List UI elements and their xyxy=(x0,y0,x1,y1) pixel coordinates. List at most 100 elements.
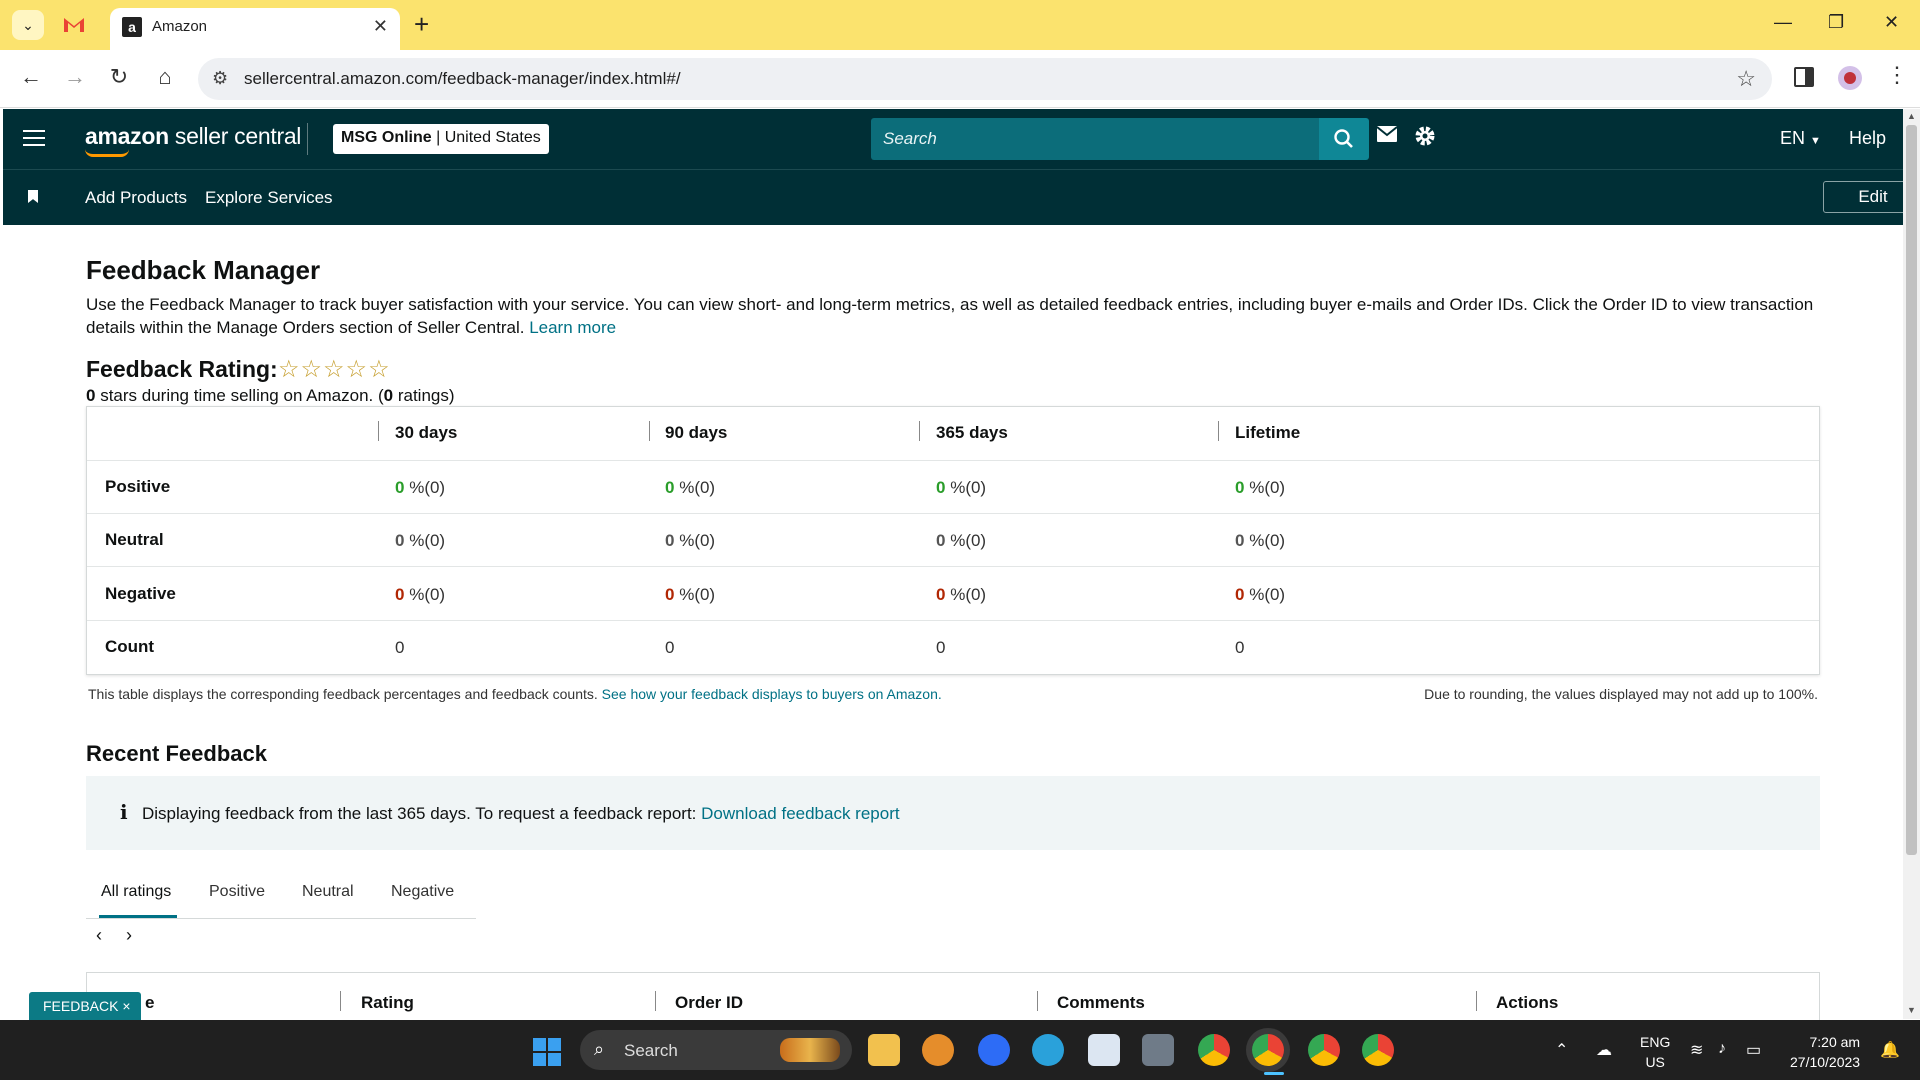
amazon-seller-central-logo[interactable]: amazon seller central xyxy=(85,123,301,157)
profile-avatar[interactable] xyxy=(1838,66,1862,90)
battery-icon[interactable]: ▭ xyxy=(1746,1040,1761,1060)
browser-menu-icon[interactable]: ⋮ xyxy=(1886,62,1908,88)
app-icon[interactable] xyxy=(922,1034,954,1066)
tray-chevron-icon[interactable]: ⌃ xyxy=(1555,1040,1568,1060)
page-title: Feedback Manager xyxy=(86,255,321,285)
pct-sign: % xyxy=(1244,531,1265,550)
download-report-link[interactable]: Download feedback report xyxy=(701,804,899,823)
chrome-icon[interactable] xyxy=(1308,1034,1340,1066)
telegram-icon[interactable] xyxy=(1032,1034,1064,1066)
cell-count: (0) xyxy=(694,585,716,604)
reload-icon[interactable]: ↻ xyxy=(104,64,134,90)
tab-neutral[interactable]: Neutral xyxy=(302,883,354,901)
column-header-90-days: 90 days xyxy=(665,423,728,442)
prev-page-icon[interactable]: ‹ xyxy=(96,925,102,946)
table-footnote: This table displays the corresponding fe… xyxy=(88,686,942,702)
file-explorer-icon[interactable] xyxy=(868,1034,900,1066)
pct-sign: % xyxy=(674,478,695,497)
row-label: Neutral xyxy=(105,530,164,549)
chrome-icon[interactable] xyxy=(1362,1034,1394,1066)
window-close-icon[interactable]: ✕ xyxy=(1884,12,1899,33)
feedback-display-link[interactable]: See how your feedback displays to buyers… xyxy=(602,686,942,702)
onedrive-icon[interactable]: ☁ xyxy=(1596,1040,1612,1060)
calculator-icon[interactable] xyxy=(1142,1034,1174,1066)
gmail-tab-icon[interactable] xyxy=(62,14,86,36)
settings-gear-icon[interactable] xyxy=(1413,124,1437,153)
rating-summary-tail: ratings) xyxy=(393,386,455,405)
pct-sign: % xyxy=(1244,585,1265,604)
volume-icon[interactable]: ♪ xyxy=(1718,1040,1726,1058)
table-cell: 0 %(0) xyxy=(1235,478,1285,498)
rounding-note: Due to rounding, the values displayed ma… xyxy=(1424,686,1818,702)
snipping-tool-icon[interactable] xyxy=(1088,1034,1120,1066)
cell-count: (0) xyxy=(965,478,987,497)
help-link[interactable]: Help xyxy=(1849,128,1886,149)
windows-start-icon[interactable] xyxy=(533,1038,561,1066)
scroll-up-icon[interactable]: ▲ xyxy=(1907,111,1916,121)
column-divider xyxy=(649,421,650,441)
seller-central-header: amazon seller central MSG Online | Unite… xyxy=(3,109,1903,169)
cell-count: (0) xyxy=(424,531,446,550)
taskbar-search[interactable]: ⌕ Search xyxy=(580,1030,852,1070)
search-box[interactable] xyxy=(871,118,1323,160)
url-text[interactable]: sellercentral.amazon.com/feedback-manage… xyxy=(244,69,681,89)
feedback-widget-button[interactable]: FEEDBACK × xyxy=(29,992,141,1020)
restore-icon[interactable]: ❐ xyxy=(1828,12,1844,33)
side-panel-icon[interactable] xyxy=(1794,67,1814,87)
search-icon: ⌕ xyxy=(594,1039,605,1059)
scrollbar-thumb[interactable] xyxy=(1906,125,1917,855)
bookmark-star-icon[interactable]: ☆ xyxy=(1736,66,1756,92)
cell-count: (0) xyxy=(1264,585,1286,604)
home-icon[interactable]: ⌂ xyxy=(150,64,180,90)
tab-close-icon[interactable]: ✕ xyxy=(373,16,388,37)
rating-tabs: All ratings Positive Neutral Negative xyxy=(86,869,476,919)
chrome-active-icon[interactable] xyxy=(1252,1034,1284,1066)
learn-more-link[interactable]: Learn more xyxy=(529,318,616,337)
tab-all-ratings[interactable]: All ratings xyxy=(98,883,178,918)
next-page-icon[interactable]: › xyxy=(126,925,132,946)
notification-bell-icon[interactable]: 🔔 xyxy=(1880,1040,1900,1060)
zoom-icon[interactable] xyxy=(978,1034,1010,1066)
rating-summary: 0 stars during time selling on Amazon. (… xyxy=(86,386,455,406)
add-products-link[interactable]: Add Products xyxy=(85,188,187,208)
minimize-icon[interactable]: — xyxy=(1774,12,1792,33)
forward-icon[interactable]: → xyxy=(60,64,90,90)
store-selector[interactable]: MSG Online | United States xyxy=(333,124,549,154)
new-tab-icon[interactable]: + xyxy=(414,10,429,38)
clock[interactable]: 7:20 am 27/10/2023 xyxy=(1790,1032,1860,1072)
cell-count: (0) xyxy=(424,585,446,604)
search-input[interactable] xyxy=(871,118,1323,160)
table-header: 30 days 90 days 365 days Lifetime xyxy=(87,407,1819,461)
bookmark-icon[interactable] xyxy=(28,190,38,203)
mail-icon[interactable] xyxy=(1376,125,1398,148)
tab-negative[interactable]: Negative xyxy=(391,883,454,901)
table-row-positive: Positive 0 %(0) 0 %(0) 0 %(0) 0 %(0) xyxy=(87,461,1819,514)
input-language[interactable]: ENG US xyxy=(1640,1032,1670,1072)
site-info-icon[interactable]: ⚙ xyxy=(212,68,228,89)
scroll-down-icon[interactable]: ▼ xyxy=(1907,1005,1916,1015)
info-text: Displaying feedback from the last 365 da… xyxy=(142,804,697,823)
table-cell: 0 xyxy=(395,638,405,657)
windows-taskbar: ⌕ Search ⌃ ☁ ENG US ≋ ♪ ▭ 7:20 am 27/10/20… xyxy=(0,1020,1920,1080)
table-cell: 0 xyxy=(936,638,946,657)
tab-search-dropdown-icon[interactable]: ⌄ xyxy=(12,10,44,40)
tab-positive[interactable]: Positive xyxy=(209,883,265,901)
chrome-icon[interactable] xyxy=(1198,1034,1230,1066)
close-icon[interactable]: × xyxy=(122,998,130,1014)
language-selector[interactable]: EN ▼ xyxy=(1780,128,1821,149)
info-icon: i xyxy=(120,800,128,824)
table-footnote-text: This table displays the corresponding fe… xyxy=(88,686,598,702)
tab-amazon[interactable]: a Amazon ✕ xyxy=(110,8,400,50)
table-cell: 0 %(0) xyxy=(665,585,715,605)
omnibox[interactable]: ⚙ sellercentral.amazon.com/feedback-mana… xyxy=(198,58,1772,100)
page-scrollbar[interactable]: ▲ ▼ xyxy=(1903,109,1920,1019)
column-header-rating: Rating xyxy=(361,993,414,1012)
pct-sign: % xyxy=(674,585,695,604)
search-button[interactable] xyxy=(1319,118,1369,160)
explore-services-link[interactable]: Explore Services xyxy=(205,188,333,208)
table-cell: 0 %(0) xyxy=(395,531,445,551)
column-header-lifetime: Lifetime xyxy=(1235,423,1301,442)
wifi-icon[interactable]: ≋ xyxy=(1690,1040,1703,1060)
back-icon[interactable]: ← xyxy=(16,64,46,90)
hamburger-menu-icon[interactable] xyxy=(23,130,45,146)
